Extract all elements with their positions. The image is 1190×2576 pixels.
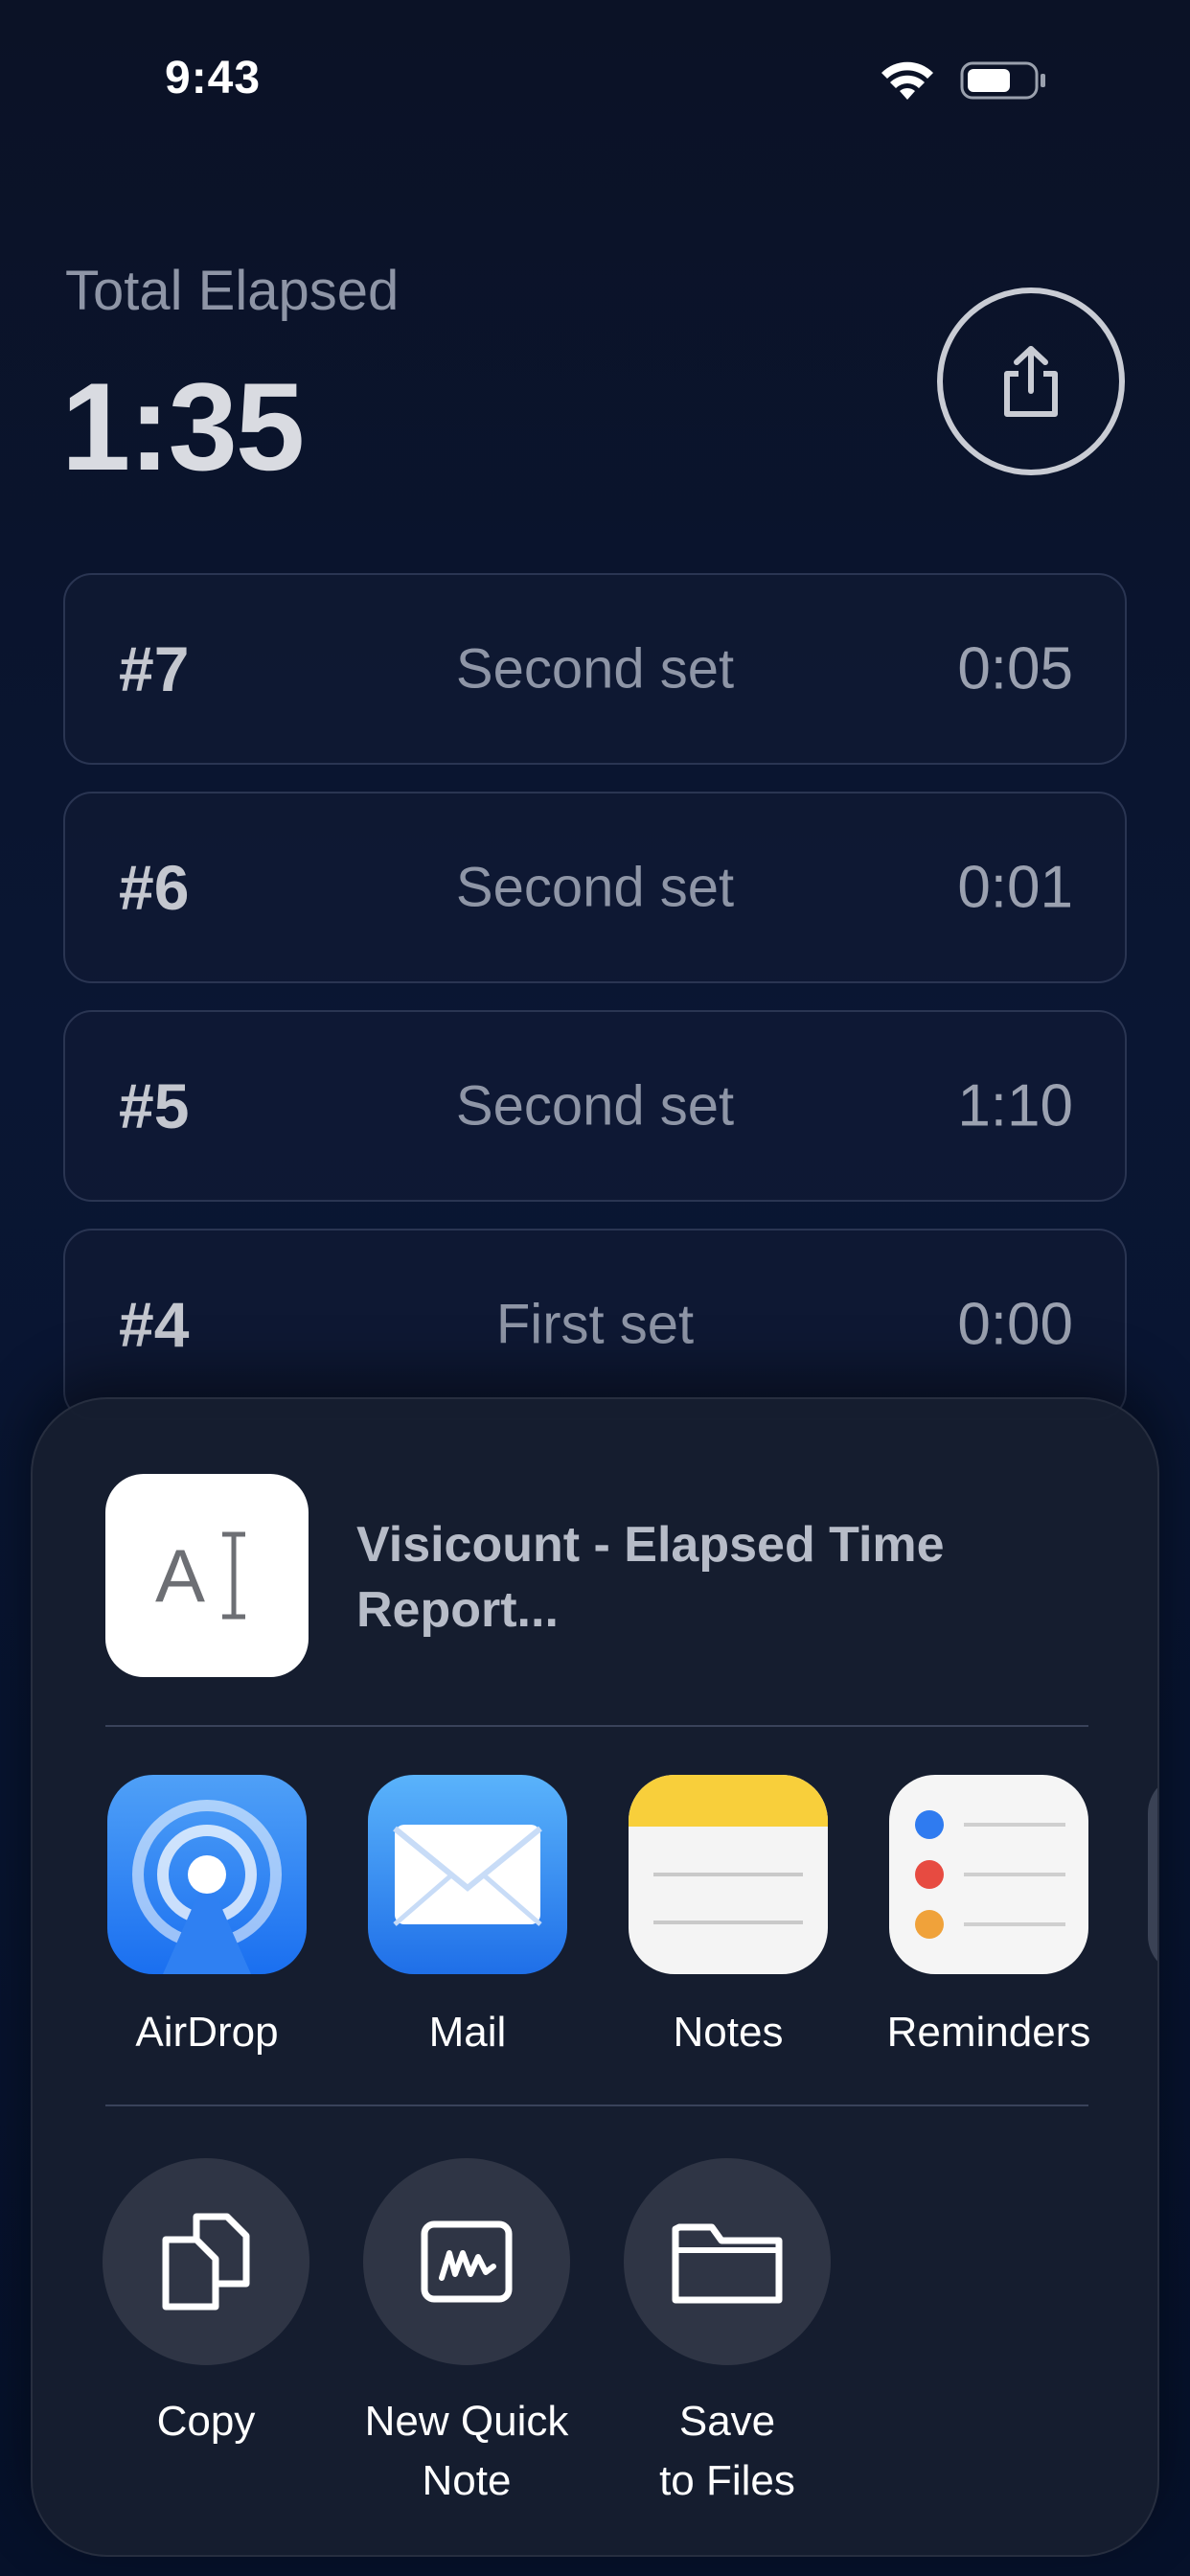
divider (105, 2104, 1088, 2106)
status-time: 9:43 (165, 53, 262, 104)
app-label: Notes (673, 2009, 784, 2056)
preview-title: Visicount - Elapsed Time Report... (356, 1517, 945, 1638)
lap-row[interactable]: #4 First set 0:00 (63, 1229, 1127, 1420)
wifi-icon (881, 61, 933, 100)
lap-row[interactable]: #7 Second set 0:05 (63, 573, 1127, 765)
app-label: Mail (428, 2009, 507, 2056)
mail-icon (368, 1775, 567, 1974)
app-label: Reminders (886, 2009, 1091, 2056)
lap-time: 1:10 (957, 1072, 1073, 1139)
action-new-quick-note[interactable]: New Quick Note (337, 2158, 596, 2511)
divider (105, 1725, 1088, 1727)
total-elapsed-label: Total Elapsed (65, 260, 400, 322)
app-label: AirDrop (135, 2009, 279, 2056)
copy-icon (103, 2158, 309, 2365)
airdrop-icon (107, 1775, 307, 1974)
share-sheet: A Visicount - Elapsed Time Report... AirD… (31, 1397, 1159, 2557)
total-elapsed-value: 1:35 (61, 356, 305, 496)
app-notes[interactable]: Notes (618, 1775, 838, 2057)
more-apps-peek[interactable] (1148, 1775, 1157, 1974)
folder-icon (624, 2158, 831, 2365)
reminders-icon (889, 1775, 1088, 1974)
notes-icon (629, 1775, 828, 1974)
quick-note-icon (363, 2158, 570, 2365)
share-button[interactable] (937, 288, 1125, 475)
action-label: Save to Files (659, 2398, 795, 2504)
lap-row[interactable]: #5 Second set 1:10 (63, 1010, 1127, 1202)
text-document-icon: A (155, 1531, 245, 1620)
share-icon (1004, 346, 1058, 417)
app-reminders[interactable]: Reminders (879, 1775, 1099, 2057)
action-label: New Quick Note (364, 2398, 569, 2504)
thumb-letter: A (155, 1533, 205, 1618)
lap-time: 0:01 (957, 854, 1073, 921)
preview-thumbnail: A (105, 1474, 309, 1677)
app-airdrop[interactable]: AirDrop (97, 1775, 317, 2057)
lap-row[interactable]: #6 Second set 0:01 (63, 792, 1127, 983)
lap-time: 0:00 (957, 1291, 1073, 1358)
action-copy[interactable]: Copy (77, 2158, 335, 2451)
lap-time: 0:05 (957, 635, 1073, 702)
action-save-to-files[interactable]: Save to Files (598, 2158, 857, 2511)
action-label: Copy (156, 2398, 256, 2445)
battery-icon (960, 61, 1045, 100)
app-mail[interactable]: Mail (357, 1775, 578, 2057)
